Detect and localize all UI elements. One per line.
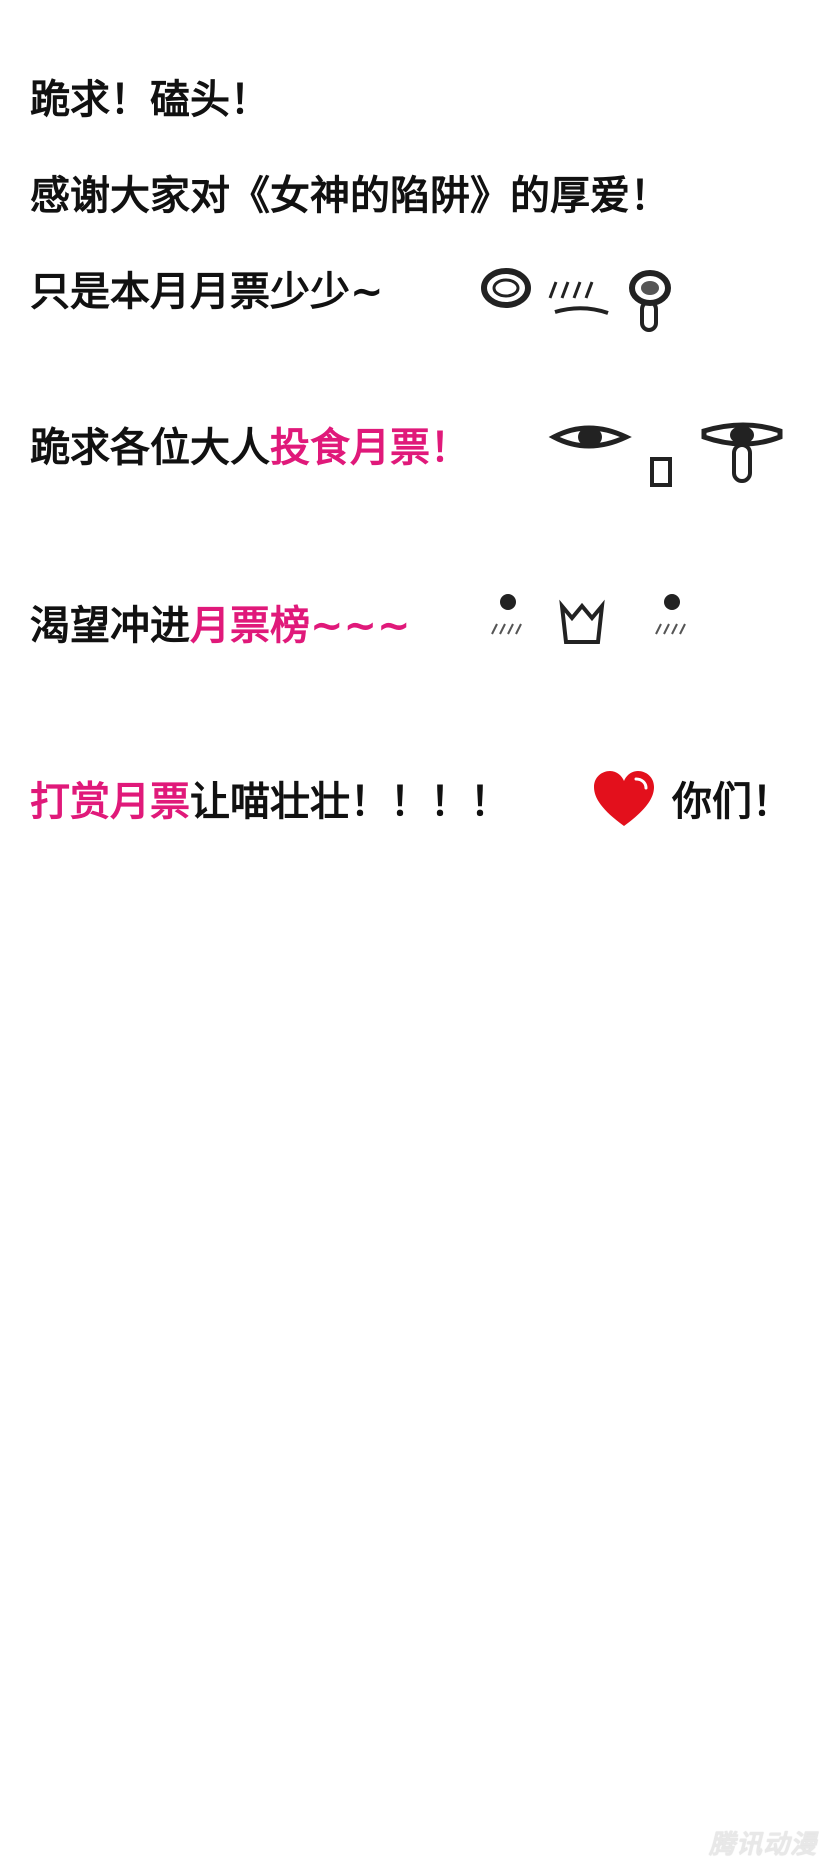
aspire-text: 渴望冲进 xyxy=(30,603,190,649)
drooling-face-icon xyxy=(548,415,788,499)
make-strong-text: 让喵壮壮！！！！ xyxy=(190,779,510,825)
heart-icon xyxy=(592,770,656,832)
text-line-6: 打赏月票让喵壮壮！！！！ xyxy=(30,774,510,830)
vote-ranking-text: 月票榜~~~ xyxy=(190,603,411,649)
few-votes-text: 只是本月月票少少~ xyxy=(30,269,384,315)
text-line-6-end: 你们！ xyxy=(672,774,792,830)
text-line-3: 只是本月月票少少~ xyxy=(30,264,384,320)
thanks-text: 感谢大家对《女神的陷阱》的厚爱！ xyxy=(30,173,670,219)
text-line-5: 渴望冲进月票榜~~~ xyxy=(30,598,411,654)
feed-votes-text: 投食月票！ xyxy=(270,425,470,471)
beg-readers-text: 跪求各位大人 xyxy=(30,425,270,471)
kneel-kowtow-text: 跪求！磕头！ xyxy=(30,77,270,123)
you-all-text: 你们！ xyxy=(672,779,792,825)
text-line-2: 感谢大家对《女神的陷阱》的厚爱！ xyxy=(30,168,670,224)
tip-votes-text: 打赏月票 xyxy=(30,779,190,825)
shocked-drooling-face-icon xyxy=(470,258,680,342)
tencent-comics-watermark: 腾讯动漫 xyxy=(708,1830,817,1860)
text-line-1: 跪求！磕头！ xyxy=(30,72,270,128)
text-line-4: 跪求各位大人投食月票！ xyxy=(30,420,470,476)
blushing-face-icon xyxy=(490,590,700,674)
